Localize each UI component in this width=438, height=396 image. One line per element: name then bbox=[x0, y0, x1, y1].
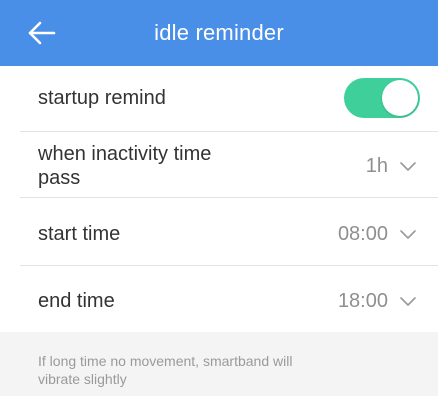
startup-remind-toggle[interactable] bbox=[344, 78, 420, 118]
header-bar: idle reminder bbox=[0, 0, 438, 66]
chevron-down-icon bbox=[400, 230, 416, 239]
inactivity-label-line2: pass bbox=[38, 167, 81, 189]
idle-reminder-screen: idle reminder startup remind when inacti… bbox=[0, 0, 438, 396]
chevron-down-icon bbox=[400, 162, 416, 171]
end-time-label: end time bbox=[38, 290, 115, 312]
inactivity-label-line1: when inactivity time bbox=[38, 143, 212, 165]
back-button[interactable] bbox=[26, 18, 58, 48]
footer-note: If long time no movement, smartband will… bbox=[38, 352, 398, 388]
toggle-knob bbox=[382, 80, 418, 116]
inactivity-time-value: 1h bbox=[365, 155, 388, 177]
start-time-row[interactable]: start time 08:00 bbox=[0, 198, 438, 266]
footer-note-line2: vibrate slightly bbox=[38, 371, 127, 387]
inactivity-time-row[interactable]: when inactivity time pass 1h bbox=[0, 132, 438, 198]
chevron-down-icon bbox=[400, 297, 416, 306]
footer-note-line1: If long time no movement, smartband will bbox=[38, 353, 293, 369]
start-time-value: 08:00 bbox=[337, 223, 388, 245]
startup-remind-label: startup remind bbox=[38, 87, 166, 109]
end-time-row[interactable]: end time 18:00 bbox=[0, 266, 438, 332]
arrow-left-icon bbox=[28, 21, 56, 45]
end-time-value: 18:00 bbox=[337, 290, 388, 312]
inactivity-time-label: when inactivity time pass bbox=[38, 142, 211, 190]
page-title: idle reminder bbox=[154, 20, 284, 45]
start-time-label: start time bbox=[38, 223, 121, 245]
